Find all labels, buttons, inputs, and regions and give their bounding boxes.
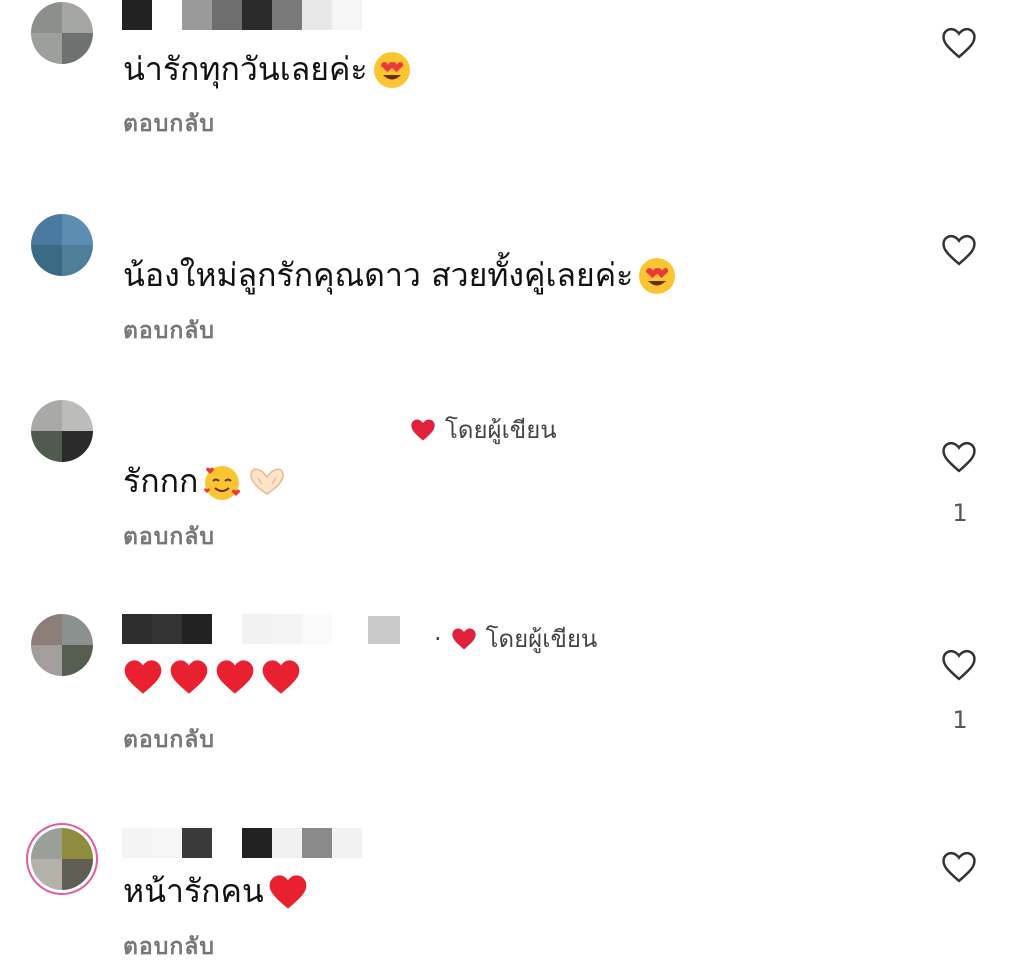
author-liked-indicator: · โดยผู้เขียน [434, 619, 597, 658]
red-heart-emoji [262, 660, 300, 694]
like-heart-icon[interactable] [940, 440, 978, 474]
comment-text [123, 658, 301, 696]
reply-button[interactable]: ตอบกลับ [123, 519, 215, 555]
comment-text-content: หน้ารักคน [123, 872, 264, 910]
red-heart-emoji [269, 874, 307, 909]
avatar[interactable] [31, 614, 93, 676]
like-heart-icon[interactable] [940, 648, 978, 682]
comment-text-content: น่ารักทุกวันเลยค่ะ [123, 50, 368, 88]
reply-button[interactable]: ตอบกลับ [123, 106, 215, 142]
like-heart-icon[interactable] [940, 26, 978, 60]
comment-text: หน้ารักคน [123, 866, 308, 917]
username-redacted-block [368, 616, 400, 644]
author-like-label: โดยผู้เขียน [485, 625, 598, 653]
comment-text: น้องใหม่ลูกรักคุณดาว สวยทั้งคู่เลยค่ะ [123, 250, 677, 301]
avatar[interactable] [31, 400, 93, 462]
avatar[interactable] [31, 214, 93, 276]
comment-text: รักกก [123, 456, 288, 507]
separator-dot: · [434, 624, 442, 653]
comment-text: น่ารักทุกวันเลยค่ะ [123, 44, 412, 95]
red-heart-emoji [124, 660, 162, 694]
heart-eyes-emoji [373, 51, 410, 88]
reply-button[interactable]: ตอบกลับ [123, 313, 215, 349]
like-count: 1 [952, 706, 968, 734]
comment-text-content: น้องใหม่ลูกรักคุณดาว สวยทั้งคู่เลยค่ะ [123, 256, 634, 294]
heart-eyes-emoji [639, 257, 676, 294]
smiling-face-with-hearts-emoji [204, 465, 241, 500]
red-heart-icon [411, 419, 435, 440]
reply-button[interactable]: ตอบกลับ [123, 722, 215, 758]
like-heart-icon[interactable] [940, 233, 978, 267]
author-like-label: โดยผู้เขียน [445, 416, 557, 444]
like-heart-icon[interactable] [940, 850, 978, 884]
like-count: 1 [952, 499, 968, 527]
username-redacted[interactable] [122, 614, 332, 644]
red-heart-emoji [216, 660, 254, 694]
username-redacted[interactable] [122, 828, 362, 858]
author-liked-indicator: โดยผู้เขียน [409, 410, 557, 449]
comment-text-content: รักกก [123, 462, 199, 500]
heart-hands-emoji [250, 467, 285, 495]
avatar[interactable] [31, 2, 93, 64]
avatar[interactable] [31, 828, 93, 890]
username-redacted[interactable] [122, 0, 362, 30]
red-heart-icon [451, 628, 476, 649]
red-heart-emoji [170, 660, 208, 694]
reply-button[interactable]: ตอบกลับ [123, 929, 215, 965]
